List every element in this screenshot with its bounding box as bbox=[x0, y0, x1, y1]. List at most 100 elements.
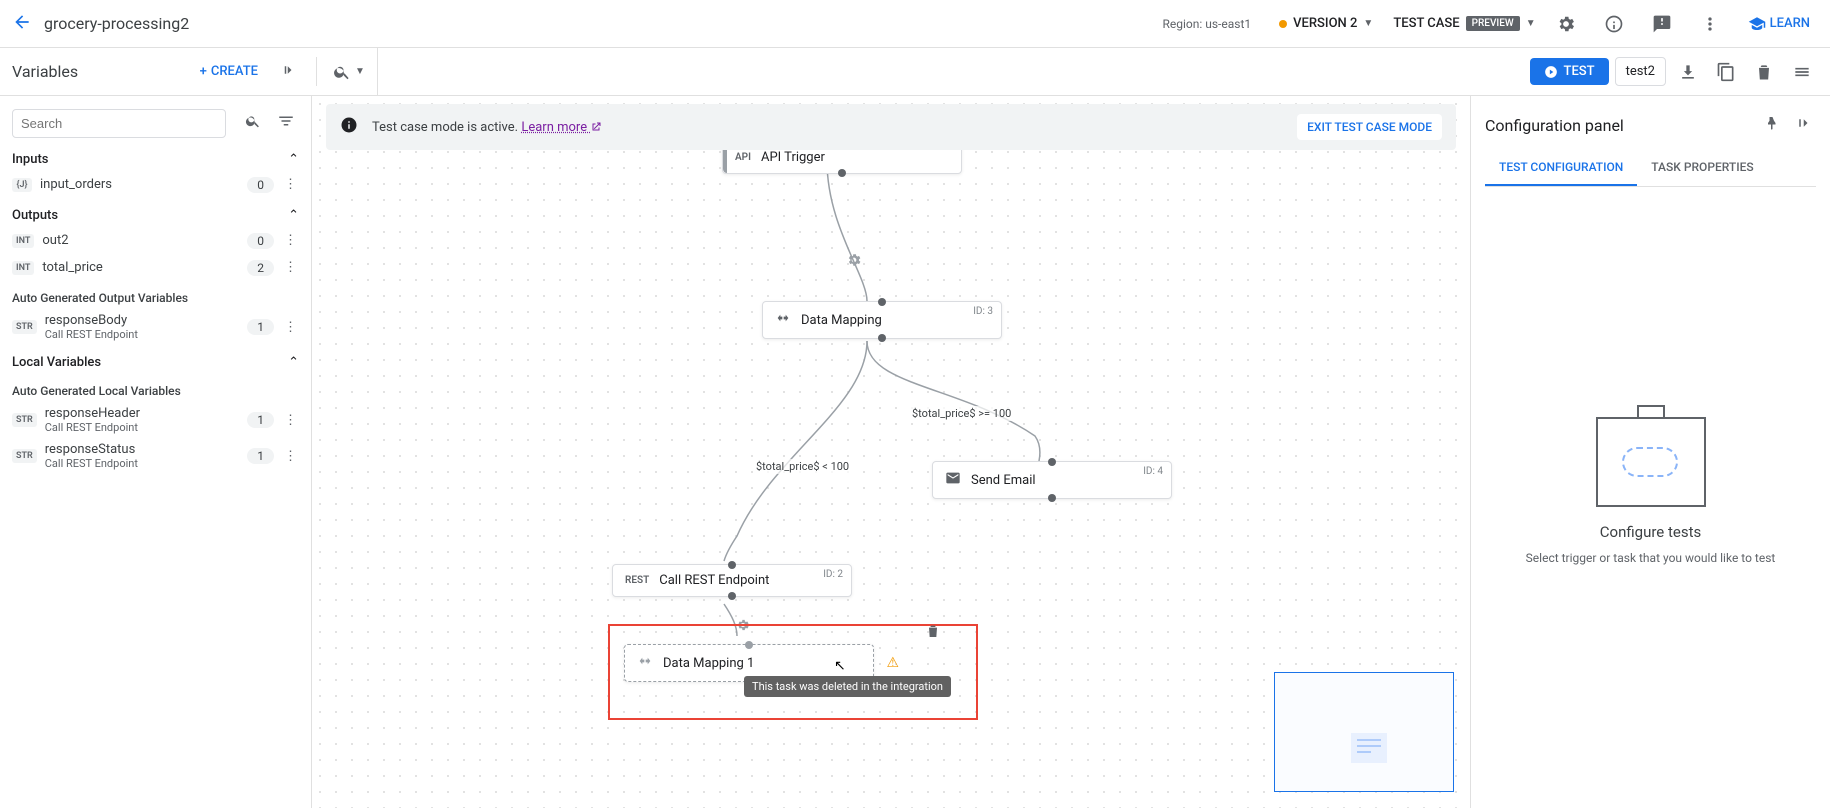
count-chip: 0 bbox=[247, 177, 274, 193]
config-header: Configuration panel bbox=[1485, 110, 1816, 140]
filter-icon[interactable] bbox=[273, 108, 299, 138]
var-row[interactable]: STR responseHeader Call REST Endpoint 1 … bbox=[8, 402, 303, 438]
node-id: ID: 2 bbox=[823, 569, 843, 580]
var-row[interactable]: INT out2 0 ⋮ bbox=[8, 227, 303, 254]
node-send-email[interactable]: ID: 4 Send Email bbox=[932, 461, 1172, 499]
test-name-field[interactable]: test2 bbox=[1615, 57, 1666, 86]
search-input[interactable] bbox=[12, 109, 226, 138]
collapse-panel-icon[interactable] bbox=[1790, 110, 1816, 140]
count-chip: 1 bbox=[247, 412, 274, 428]
empty-sub: Select trigger or task that you would li… bbox=[1526, 551, 1776, 565]
pin-icon[interactable] bbox=[1758, 110, 1784, 140]
play-icon bbox=[1544, 65, 1558, 79]
chevron-down-icon: ▼ bbox=[1526, 18, 1536, 29]
create-label: CREATE bbox=[211, 64, 258, 79]
var-name: responseBody bbox=[45, 313, 240, 328]
more-icon[interactable]: ⋮ bbox=[282, 258, 299, 277]
more-icon[interactable]: ⋮ bbox=[282, 231, 299, 250]
more-icon[interactable]: ⋮ bbox=[282, 447, 299, 466]
empty-title: Configure tests bbox=[1600, 523, 1701, 541]
exit-test-mode-button[interactable]: EXIT TEST CASE MODE bbox=[1297, 114, 1442, 140]
toolbar-right: TEST test2 bbox=[1518, 56, 1830, 88]
download-icon[interactable] bbox=[1672, 56, 1704, 88]
more-icon[interactable] bbox=[1692, 6, 1728, 42]
info-icon[interactable] bbox=[1596, 6, 1632, 42]
learn-more-link[interactable]: Learn more bbox=[521, 120, 602, 135]
more-icon[interactable]: ⋮ bbox=[282, 175, 299, 194]
chevron-up-icon: ⌃ bbox=[288, 355, 299, 370]
preview-badge: PREVIEW bbox=[1466, 16, 1520, 31]
var-name: input_orders bbox=[40, 177, 239, 192]
settings-icon[interactable] bbox=[1548, 6, 1584, 42]
menu-icon[interactable] bbox=[1786, 56, 1818, 88]
edge-condition: $total_price$ < 100 bbox=[754, 459, 851, 474]
create-button[interactable]: + CREATE bbox=[192, 60, 266, 83]
info-message: Test case mode is active. Learn more bbox=[372, 120, 1283, 135]
edge-condition: $total_price$ >= 100 bbox=[910, 406, 1013, 421]
count-chip: 2 bbox=[247, 260, 274, 276]
var-row[interactable]: {J} input_orders 0 ⋮ bbox=[8, 171, 303, 198]
variables-title: Variables bbox=[12, 62, 192, 81]
toolbar: Variables + CREATE ▼ TEST test2 bbox=[0, 48, 1830, 96]
delete-icon[interactable] bbox=[1748, 56, 1780, 88]
var-name: out2 bbox=[42, 233, 239, 248]
node-label: Data Mapping 1 bbox=[663, 656, 754, 671]
topbar: grocery-processing2 Region: us-east1 VER… bbox=[0, 0, 1830, 48]
collapse-sidebar-icon[interactable] bbox=[270, 55, 304, 89]
email-icon bbox=[945, 470, 961, 490]
var-row[interactable]: STR responseBody Call REST Endpoint 1 ⋮ bbox=[8, 309, 303, 345]
minimap[interactable] bbox=[1274, 672, 1454, 792]
var-name: total_price bbox=[42, 260, 239, 275]
section-label: Outputs bbox=[12, 208, 58, 223]
type-chip: INT bbox=[12, 234, 34, 248]
more-icon[interactable]: ⋮ bbox=[282, 411, 299, 430]
zoom-control[interactable]: ▼ bbox=[321, 48, 378, 95]
copy-icon[interactable] bbox=[1710, 56, 1742, 88]
section-local[interactable]: Local Variables ⌃ bbox=[8, 345, 303, 374]
count-chip: 1 bbox=[247, 448, 274, 464]
type-chip: STR bbox=[12, 413, 37, 427]
config-panel: Configuration panel TEST CONFIGURATION T… bbox=[1470, 96, 1830, 808]
node-call-rest[interactable]: ID: 2 REST Call REST Endpoint bbox=[612, 564, 852, 597]
node-id: ID: 3 bbox=[973, 306, 993, 317]
cloud-icon bbox=[1622, 447, 1678, 477]
version-dropdown[interactable]: VERSION 2 ▼ bbox=[1271, 12, 1381, 35]
feedback-icon[interactable] bbox=[1644, 6, 1680, 42]
node-label: Send Email bbox=[971, 473, 1036, 488]
external-link-icon bbox=[590, 121, 602, 133]
search-icon bbox=[245, 113, 261, 133]
var-sub: Call REST Endpoint bbox=[45, 457, 240, 470]
rest-icon: REST bbox=[625, 575, 649, 586]
tab-test-configuration[interactable]: TEST CONFIGURATION bbox=[1485, 150, 1637, 186]
plus-icon: + bbox=[200, 64, 207, 79]
info-bar: Test case mode is active. Learn more EXI… bbox=[326, 104, 1456, 150]
type-chip: INT bbox=[12, 261, 34, 275]
node-label: API Trigger bbox=[761, 150, 825, 165]
testcase-label: TEST CASE bbox=[1393, 16, 1459, 31]
edge-settings-icon[interactable] bbox=[846, 252, 862, 272]
data-mapping-icon bbox=[775, 310, 791, 330]
testcase-dropdown[interactable]: TEST CASE PREVIEW ▼ bbox=[1393, 16, 1535, 31]
section-label: Inputs bbox=[12, 152, 48, 167]
node-id: ID: 4 bbox=[1143, 466, 1163, 477]
region-label: Region: us-east1 bbox=[1162, 17, 1251, 31]
section-label: Local Variables bbox=[12, 355, 101, 370]
warning-icon: ⚠ bbox=[886, 655, 899, 671]
section-inputs[interactable]: Inputs ⌃ bbox=[8, 142, 303, 171]
node-label: Call REST Endpoint bbox=[659, 573, 769, 588]
section-outputs[interactable]: Outputs ⌃ bbox=[8, 198, 303, 227]
delete-node-icon[interactable] bbox=[925, 623, 941, 643]
test-label: TEST bbox=[1564, 64, 1595, 79]
more-icon[interactable]: ⋮ bbox=[282, 318, 299, 337]
var-row[interactable]: INT total_price 2 ⋮ bbox=[8, 254, 303, 281]
test-button[interactable]: TEST bbox=[1530, 58, 1609, 85]
chevron-up-icon: ⌃ bbox=[288, 208, 299, 223]
learn-icon bbox=[1748, 15, 1766, 33]
tab-task-properties[interactable]: TASK PROPERTIES bbox=[1637, 150, 1767, 186]
var-row[interactable]: STR responseStatus Call REST Endpoint 1 … bbox=[8, 438, 303, 474]
canvas[interactable]: Test case mode is active. Learn more EXI… bbox=[312, 96, 1470, 808]
learn-button[interactable]: LEARN bbox=[1740, 11, 1818, 37]
back-icon[interactable] bbox=[12, 12, 32, 36]
chevron-up-icon: ⌃ bbox=[288, 152, 299, 167]
node-data-mapping[interactable]: ID: 3 Data Mapping bbox=[762, 301, 1002, 339]
